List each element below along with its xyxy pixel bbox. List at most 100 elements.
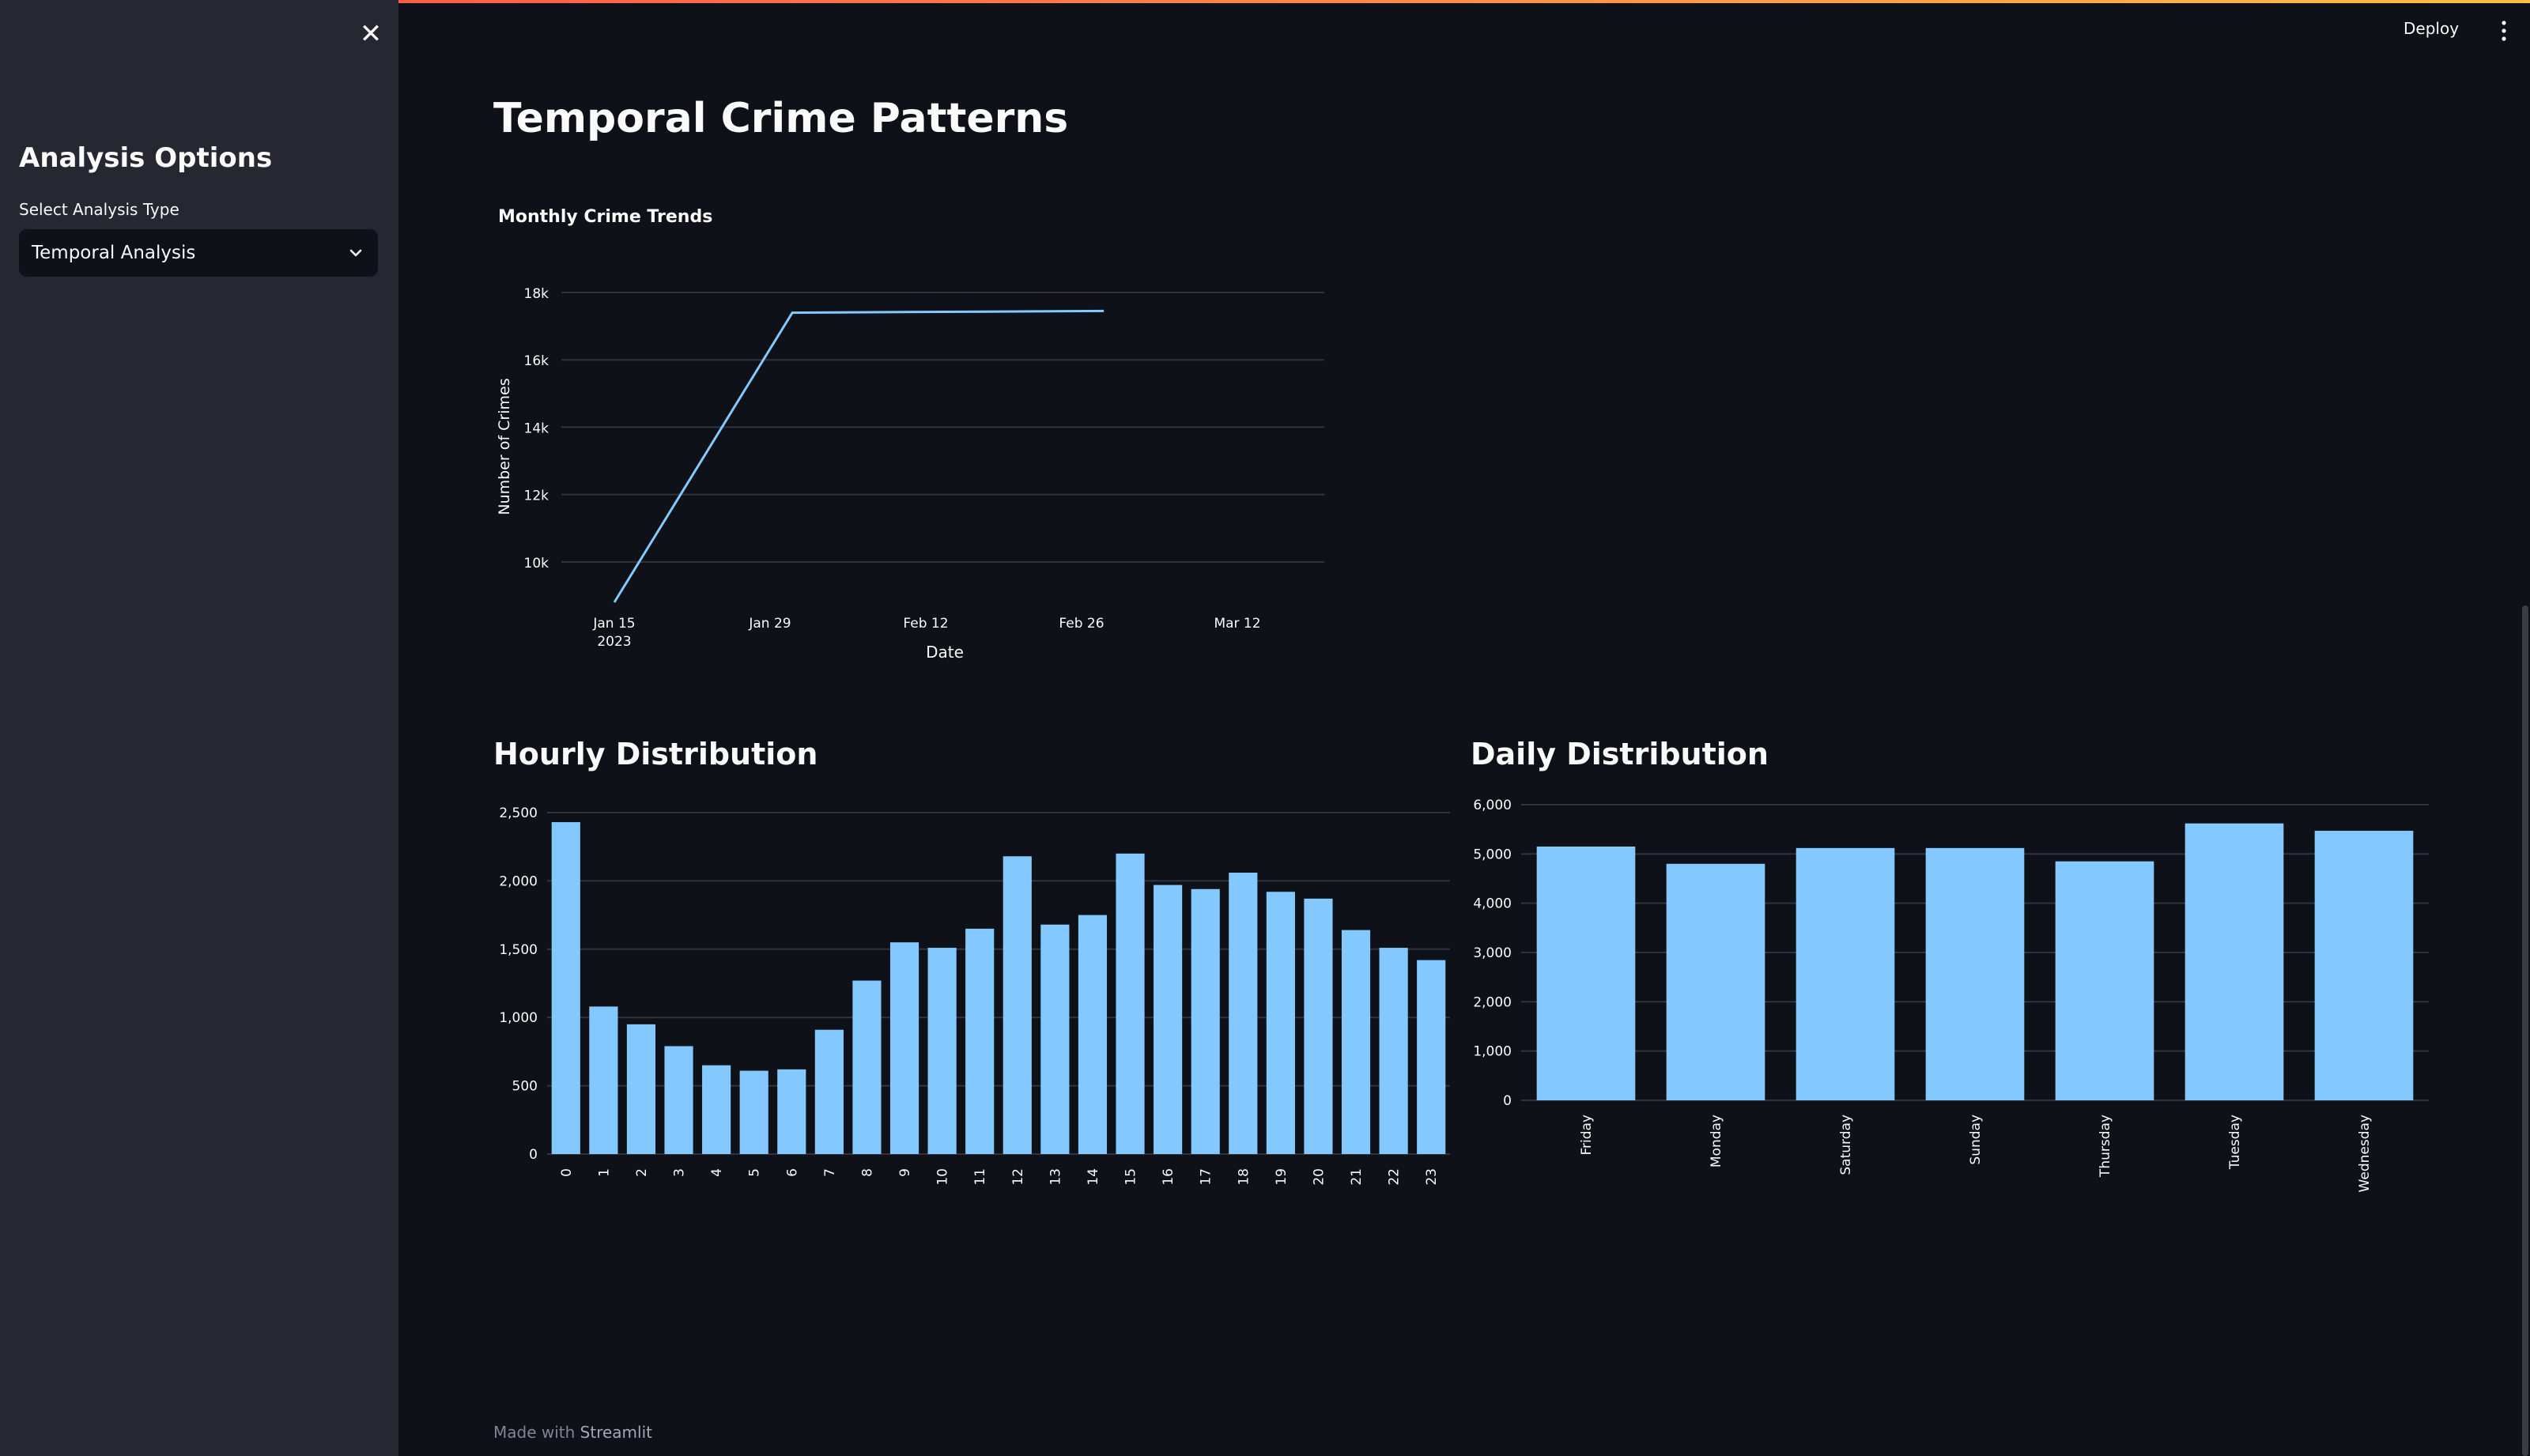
y-axis-label: Number of Crimes xyxy=(496,378,513,515)
more-menu-icon[interactable] xyxy=(2498,19,2509,43)
bar xyxy=(2184,823,2284,1100)
x-tick-label: Tuesday xyxy=(2227,1115,2243,1170)
x-tick-label: 21 xyxy=(1349,1168,1365,1186)
x-tick-label: 4 xyxy=(709,1168,725,1177)
bar xyxy=(1536,846,1636,1100)
x-tick-label: 3 xyxy=(672,1168,688,1177)
series-line xyxy=(613,309,1105,603)
x-tick-label: 18 xyxy=(1236,1168,1252,1186)
x-tick-label: 15 xyxy=(1123,1168,1139,1186)
bar xyxy=(777,1069,806,1154)
x-tick-label: Jan 29 xyxy=(748,616,791,632)
x-tick-label: 17 xyxy=(1199,1168,1214,1186)
bar xyxy=(1003,856,1032,1154)
x-tick-label: 7 xyxy=(822,1168,838,1177)
y-tick-label: 18k xyxy=(524,286,549,302)
x-tick-year: 2023 xyxy=(597,634,631,650)
select-value: Temporal Analysis xyxy=(32,243,196,263)
x-tick-label: Thursday xyxy=(2098,1115,2113,1178)
x-tick-label: 2 xyxy=(634,1168,650,1177)
x-tick-label: Jan 15 xyxy=(592,616,635,632)
bar xyxy=(739,1070,768,1154)
bar xyxy=(1266,892,1295,1154)
bar xyxy=(927,948,957,1154)
x-tick-label: 12 xyxy=(1010,1168,1026,1186)
bar xyxy=(664,1046,693,1154)
bar xyxy=(2055,861,2154,1100)
x-tick-label: Sunday xyxy=(1968,1115,1984,1165)
y-tick-label: 1,000 xyxy=(499,1010,538,1026)
x-tick-label: 16 xyxy=(1161,1168,1176,1186)
analysis-type-select[interactable]: Temporal Analysis xyxy=(19,229,378,277)
y-tick-label: 500 xyxy=(512,1079,538,1095)
bar xyxy=(589,1006,618,1154)
bar xyxy=(702,1065,731,1154)
sidebar-title: Analysis Options xyxy=(19,142,273,174)
select-label: Select Analysis Type xyxy=(19,200,179,219)
y-tick-label: 0 xyxy=(529,1147,538,1163)
x-tick-label: 1 xyxy=(596,1168,612,1177)
y-tick-label: 3,000 xyxy=(1473,945,1512,961)
x-axis-label: Date xyxy=(926,643,964,662)
x-tick-label: 14 xyxy=(1086,1168,1101,1186)
x-tick-label: 20 xyxy=(1311,1168,1327,1186)
bar xyxy=(1304,898,1333,1154)
chevron-down-icon xyxy=(349,249,362,257)
bar xyxy=(852,980,882,1154)
bar xyxy=(1666,863,1765,1100)
x-tick-label: 19 xyxy=(1274,1168,1290,1186)
sidebar: ✕ Analysis Options Select Analysis Type … xyxy=(0,0,398,1456)
y-tick-label: 0 xyxy=(1503,1093,1512,1109)
y-tick-label: 1,500 xyxy=(499,942,538,958)
bar xyxy=(1341,930,1371,1154)
page-scrollbar[interactable] xyxy=(2522,605,2528,1456)
close-sidebar-icon[interactable]: ✕ xyxy=(357,21,384,47)
x-tick-label: 6 xyxy=(784,1168,800,1177)
bar xyxy=(2314,831,2414,1100)
x-tick-label: Wednesday xyxy=(2357,1115,2373,1192)
x-tick-label: 10 xyxy=(935,1168,951,1186)
x-tick-label: 5 xyxy=(747,1168,763,1177)
y-tick-label: 2,500 xyxy=(499,805,538,821)
x-tick-label: 13 xyxy=(1048,1168,1063,1186)
bar xyxy=(1154,885,1183,1154)
bar xyxy=(626,1024,656,1154)
page-title: Temporal Crime Patterns xyxy=(493,95,1069,142)
y-tick-label: 2,000 xyxy=(499,873,538,889)
hourly-title: Hourly Distribution xyxy=(493,737,818,771)
bar xyxy=(1078,915,1108,1154)
x-tick-label: 23 xyxy=(1424,1168,1440,1186)
x-tick-label: 9 xyxy=(897,1168,913,1177)
bar xyxy=(551,822,580,1154)
bar xyxy=(965,928,995,1154)
x-tick-label: Friday xyxy=(1579,1115,1595,1156)
monthly-trend-chart: 10k 12k 14k 16k 18k Jan 15 Jan 29 Feb 12 Feb 26 M… xyxy=(496,286,1324,662)
line-chart-title: Monthly Crime Trends xyxy=(498,207,713,227)
daily-title: Daily Distribution xyxy=(1471,737,1769,771)
bar xyxy=(1379,948,1408,1154)
hourly-distribution-chart: 05001,0001,5002,0002,5000 1 2 3 4 5 6 7 8 9 10 11 12… xyxy=(499,805,1450,1186)
y-tick-label: 16k xyxy=(524,353,549,369)
footer: Made with Streamlit xyxy=(493,1423,652,1442)
bar xyxy=(1040,924,1070,1154)
x-tick-label: 8 xyxy=(859,1168,875,1177)
y-tick-label: 2,000 xyxy=(1473,994,1512,1010)
x-tick-label: 11 xyxy=(972,1168,988,1186)
bar xyxy=(1925,847,2025,1100)
x-tick-label: Feb 26 xyxy=(1059,616,1104,632)
bar xyxy=(814,1029,844,1154)
daily-distribution-chart: 0 1,000 2,000 3,000 4,000 5,000 6,000 Friday Mon… xyxy=(1473,798,2429,1192)
bar xyxy=(1191,888,1220,1154)
y-tick-label: 10k xyxy=(524,556,549,571)
bar xyxy=(1116,853,1145,1154)
y-tick-label: 6,000 xyxy=(1473,798,1512,813)
bar xyxy=(1229,873,1258,1154)
y-tick-label: 5,000 xyxy=(1473,847,1512,862)
deploy-button[interactable]: Deploy xyxy=(2404,19,2459,38)
y-tick-label: 12k xyxy=(524,488,549,504)
y-tick-label: 14k xyxy=(524,421,549,436)
bar xyxy=(889,942,919,1154)
x-tick-label: Monday xyxy=(1709,1115,1724,1167)
bar xyxy=(1796,847,1895,1100)
streamlit-link[interactable]: Streamlit xyxy=(580,1423,652,1442)
